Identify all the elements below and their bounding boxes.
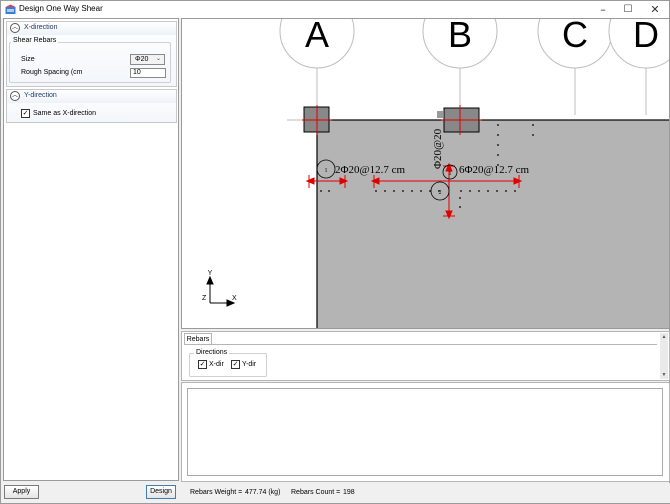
left-rebar-label: 2Φ20@12.7 cm [335, 164, 406, 176]
chevron-down-icon: ⌄ [155, 56, 161, 62]
slab [316, 119, 669, 328]
grid-label-c: C [562, 19, 588, 55]
weight-label: Rebars Weight = [190, 489, 243, 496]
spacing-input[interactable]: 10 [130, 68, 166, 78]
grid-label-a: A [305, 19, 329, 55]
window-title: Design One Way Shear [19, 4, 103, 13]
weight-value: 477.74 (kg) [245, 489, 281, 496]
y-direction-section: ︿ Y-direction [6, 89, 177, 123]
title-bar: Design One Way Shear – ☐ ✕ [1, 1, 669, 18]
x-direction-title: X-direction [24, 24, 58, 31]
size-select[interactable]: Φ20 ⌄ [130, 54, 165, 65]
size-value: Φ20 [135, 56, 149, 63]
grid-label-b: B [448, 19, 472, 55]
marker-label-1: 1 [325, 168, 328, 174]
grid-bubble-c: C [537, 19, 613, 69]
size-label: Size [21, 56, 35, 63]
marker-label-2: 2 [439, 190, 442, 196]
main-window: Design One Way Shear – ☐ ✕ ︿ X-direction… [0, 0, 670, 504]
count-value: 198 [343, 489, 355, 496]
directions-label: Directions [194, 349, 230, 356]
shear-rebars-label: Shear Rebars [11, 37, 59, 44]
grid-label-d: D [633, 19, 659, 55]
count-label: Rebars Count = [291, 489, 341, 496]
right-rebar-label: 6Φ20@12.7 cm [459, 164, 530, 176]
y-direction-header[interactable]: ︿ Y-direction [7, 90, 176, 103]
collapse-icon[interactable]: ︿ [10, 91, 20, 101]
x-dir-checkbox[interactable]: ✓ [198, 360, 207, 369]
output-area [181, 382, 670, 482]
design-button[interactable]: Design [146, 485, 176, 499]
scroll-down-icon[interactable]: ▼ [660, 371, 668, 379]
rebars-panel: Rebars Directions ✓ X-dir ✓ Y-dir ▲ ▼ [181, 331, 670, 381]
close-button[interactable]: ✕ [641, 1, 669, 18]
spacing-label: Rough Spacing (cm [21, 69, 83, 76]
grid-bubble-d: D [608, 19, 669, 69]
rebar-ticks [437, 111, 445, 118]
output-textbox[interactable] [187, 388, 663, 476]
x-direction-header[interactable]: ︿ X-direction [7, 22, 176, 35]
axis-y-label: Y [208, 270, 213, 277]
same-as-x-label: Same as X-direction [33, 110, 97, 117]
y-direction-title: Y-direction [24, 92, 57, 99]
scroll-up-icon[interactable]: ▲ [660, 333, 668, 341]
status-bar: Rebars Weight = 477.74 (kg) Rebars Count… [181, 483, 670, 503]
collapse-icon[interactable]: ︿ [10, 23, 20, 33]
y-dir-label: Y-dir [242, 361, 257, 368]
drawing-canvas[interactable]: A B C D 1 2 1 2Φ20@12.7 cm 6Φ20@12.7 cm … [181, 18, 670, 329]
vertical-rebar-label: Φ20@20 [432, 128, 444, 169]
rebars-tab-body: Directions ✓ X-dir ✓ Y-dir [184, 344, 657, 380]
maximize-button[interactable]: ☐ [614, 1, 642, 18]
x-dir-label: X-dir [209, 361, 224, 368]
same-as-x-checkbox[interactable]: ✓ [21, 109, 30, 118]
slab-drawing: A B C D 1 2 1 2Φ20@12.7 cm 6Φ20@12.7 cm … [202, 19, 669, 328]
minimize-button[interactable]: – [589, 1, 617, 18]
scrollbar[interactable]: ▲ ▼ [660, 333, 668, 379]
axis-x-label: X [232, 295, 237, 302]
y-dir-checkbox[interactable]: ✓ [231, 360, 240, 369]
app-icon [5, 4, 16, 14]
axis-indicator [206, 275, 236, 307]
apply-button[interactable]: Apply [4, 485, 39, 499]
grid-bubble-b: B [422, 19, 498, 69]
marker-label-3: 1 [449, 171, 452, 177]
grid-bubble-a: A [279, 19, 355, 69]
axis-z-label: Z [202, 295, 207, 302]
settings-panel: ︿ X-direction Shear Rebars Size Φ20 ⌄ Ro… [3, 18, 179, 481]
